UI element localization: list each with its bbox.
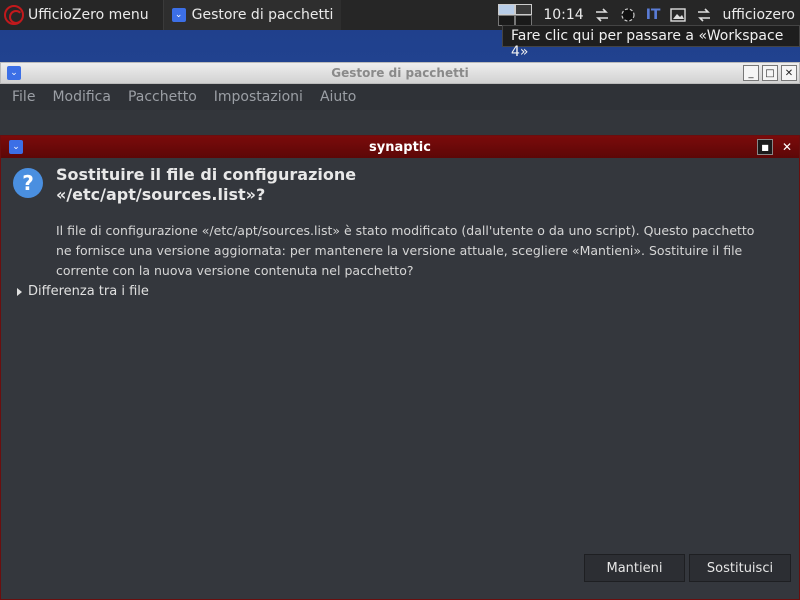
synaptic-app-icon: ⌄ <box>171 8 186 22</box>
workspace-tooltip: Fare clic qui per passare a «Workspace 4… <box>502 25 800 60</box>
toolbar <box>0 110 800 138</box>
maximize-button[interactable]: □ <box>762 65 778 81</box>
question-icon: ? <box>13 168 43 198</box>
workspace-2[interactable] <box>515 4 533 15</box>
keep-button[interactable]: Mantieni <box>584 554 685 582</box>
window-app-icon: ⌄ <box>7 66 21 80</box>
image-viewer-icon[interactable] <box>670 8 687 22</box>
dialog-message: Il file di configurazione «/etc/apt/sour… <box>56 221 786 281</box>
clock[interactable]: 10:14 <box>543 7 583 23</box>
dialog-close-button[interactable]: ✕ <box>779 139 795 155</box>
dialog-restore-button[interactable]: ■ <box>757 139 773 155</box>
menu-pacchetto[interactable]: Pacchetto <box>128 89 197 105</box>
start-menu-label: UfficioZero menu <box>28 7 149 23</box>
dialog-message-line-1: Il file di configurazione «/etc/apt/sour… <box>56 223 755 238</box>
expander-arrow-icon <box>17 287 22 296</box>
workspace-pager[interactable] <box>498 4 533 26</box>
menu-aiuto[interactable]: Aiuto <box>320 89 356 105</box>
main-window-title: Gestore di pacchetti <box>331 66 469 80</box>
taskbar-item-package-manager[interactable]: ⌄ Gestore di pacchetti <box>162 0 342 30</box>
main-window-titlebar[interactable]: ⌄ Gestore di pacchetti _ □ ✕ <box>0 62 800 84</box>
ufficiozero-logo-icon <box>4 5 24 25</box>
menu-file[interactable]: File <box>12 89 35 105</box>
replace-button[interactable]: Sostituisci <box>689 554 791 582</box>
dialog-heading-line-2: «/etc/apt/sources.list»? <box>56 185 266 204</box>
dialog-title: synaptic <box>369 139 431 155</box>
dialog-message-line-3: corrente con la nuova versione contenuta… <box>56 263 414 278</box>
network-transfer-icon[interactable] <box>594 8 610 22</box>
dialog-message-line-2: ne fornisce una versione aggiornata: per… <box>56 243 743 258</box>
dialog-heading: Sostituire il file di configurazione «/e… <box>56 165 776 205</box>
user-menu[interactable]: ufficiozero <box>722 7 795 23</box>
start-menu-button[interactable]: UfficioZero menu <box>0 0 155 30</box>
workspace-1[interactable] <box>498 4 516 15</box>
menu-modifica[interactable]: Modifica <box>52 89 111 105</box>
diff-expander[interactable]: Differenza tra i file <box>17 284 149 299</box>
menubar: File Modifica Pacchetto Impostazioni Aiu… <box>0 84 800 110</box>
minimize-button[interactable]: _ <box>743 65 759 81</box>
dialog-heading-line-1: Sostituire il file di configurazione <box>56 165 357 184</box>
keyboard-layout-indicator[interactable]: IT <box>646 7 661 23</box>
menu-impostazioni[interactable]: Impostazioni <box>214 89 303 105</box>
updates-icon[interactable] <box>620 7 636 23</box>
dialog-app-icon: ⌄ <box>9 140 23 154</box>
taskbar-item-label: Gestore di pacchetti <box>191 7 334 23</box>
sync-arrows-icon[interactable] <box>696 8 712 22</box>
diff-expander-label: Differenza tra i file <box>28 284 149 299</box>
close-button[interactable]: ✕ <box>781 65 797 81</box>
config-replace-dialog: ⌄ synaptic ■ ✕ ? Sostituire il file di c… <box>0 135 800 600</box>
dialog-titlebar[interactable]: ⌄ synaptic ■ ✕ <box>1 136 799 158</box>
